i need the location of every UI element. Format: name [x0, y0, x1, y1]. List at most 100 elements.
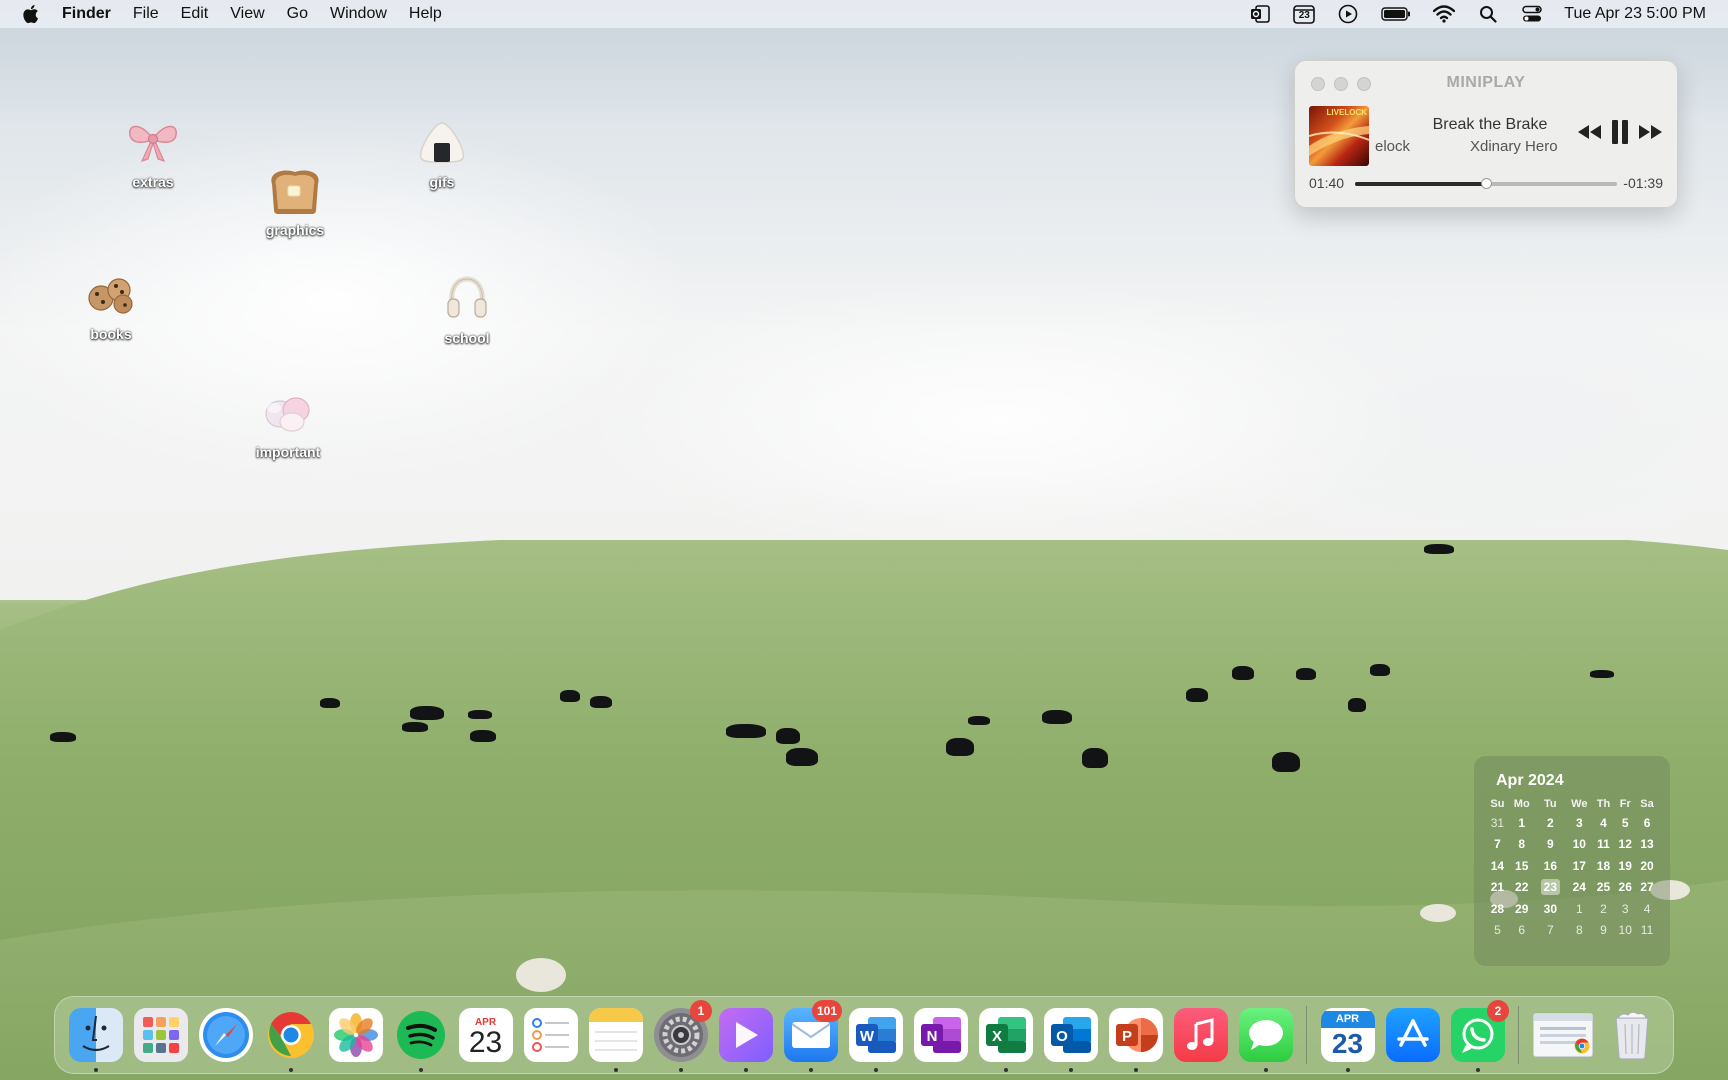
rewind-button[interactable]: [1577, 119, 1603, 145]
dock-calendar-widget-app[interactable]: APR 23: [1315, 1002, 1380, 1072]
calendar-day-number: 4: [1643, 901, 1651, 916]
calendar-day[interactable]: 19: [1614, 855, 1636, 877]
fast-forward-button[interactable]: [1637, 119, 1663, 145]
wifi-icon[interactable]: [1432, 4, 1456, 24]
calendar-day[interactable]: 12: [1614, 834, 1636, 856]
dock-launchpad[interactable]: [128, 1002, 193, 1068]
pause-button[interactable]: [1607, 119, 1633, 145]
calendar-day[interactable]: 23: [1535, 877, 1566, 899]
desktop-folder-graphics[interactable]: graphics: [240, 162, 350, 238]
calendar-day[interactable]: 31: [1486, 812, 1509, 834]
calendar-day[interactable]: 2: [1593, 898, 1615, 920]
menu-view[interactable]: View: [230, 5, 264, 23]
calendar-day[interactable]: 13: [1636, 834, 1658, 856]
album-art[interactable]: LIVELOCK: [1309, 106, 1369, 166]
apple-menu-icon[interactable]: [22, 4, 42, 24]
calendar-day[interactable]: 1: [1509, 812, 1535, 834]
calendar-day[interactable]: 17: [1566, 855, 1592, 877]
calendar-day[interactable]: 22: [1509, 877, 1535, 899]
calendar-day[interactable]: 6: [1636, 812, 1658, 834]
calendar-day[interactable]: 3: [1614, 898, 1636, 920]
dock-trash[interactable]: [1599, 1002, 1664, 1068]
calendar-day[interactable]: 10: [1614, 920, 1636, 942]
calendar-day[interactable]: 11: [1636, 920, 1658, 942]
calendar-day[interactable]: 28: [1486, 898, 1509, 920]
calendar-day[interactable]: 29: [1509, 898, 1535, 920]
dock-whatsapp[interactable]: 2: [1445, 1000, 1510, 1072]
dock-spotify[interactable]: [388, 1002, 453, 1072]
calendar-day[interactable]: 6: [1509, 920, 1535, 942]
dock-infuse[interactable]: [713, 1002, 778, 1072]
dock-music[interactable]: [1168, 1002, 1233, 1068]
calendar-day[interactable]: 18: [1593, 855, 1615, 877]
calendar-day[interactable]: 8: [1566, 920, 1592, 942]
menu-go[interactable]: Go: [287, 5, 308, 23]
calendar-day-number: 30: [1543, 901, 1558, 916]
dock-excel[interactable]: X: [973, 1002, 1038, 1072]
calendar-day[interactable]: 9: [1593, 920, 1615, 942]
dock-photos[interactable]: [323, 1002, 388, 1068]
running-indicator: [1475, 1068, 1480, 1072]
menu-window[interactable]: Window: [330, 5, 387, 23]
outlook-icon[interactable]: [1248, 4, 1272, 24]
cow: [1232, 666, 1254, 680]
dock-mail[interactable]: 101: [778, 1000, 843, 1072]
dock-outlook[interactable]: O: [1038, 1002, 1103, 1072]
calendar-day[interactable]: 14: [1486, 855, 1509, 877]
calendar-day[interactable]: 8: [1509, 834, 1535, 856]
desktop-folder-extras[interactable]: extras: [98, 112, 208, 190]
play-icon[interactable]: [1336, 4, 1360, 24]
progress-slider[interactable]: [1355, 178, 1617, 189]
dock-chrome-window[interactable]: [1527, 1002, 1599, 1068]
menu-file[interactable]: File: [133, 5, 159, 23]
calendar-day[interactable]: 3: [1566, 812, 1592, 834]
desktop-folder-books[interactable]: books: [56, 264, 166, 342]
calendar-day[interactable]: 30: [1535, 898, 1566, 920]
dock-safari[interactable]: [193, 1002, 258, 1068]
battery-icon[interactable]: [1380, 4, 1412, 24]
dock-reminders[interactable]: [518, 1002, 583, 1068]
dock-app-store[interactable]: [1380, 1002, 1445, 1068]
dock-onenote[interactable]: N: [908, 1002, 973, 1068]
calendar-day[interactable]: 5: [1614, 812, 1636, 834]
control-center-icon[interactable]: [1520, 4, 1544, 24]
calendar-day[interactable]: 11: [1593, 834, 1615, 856]
progress-knob[interactable]: [1481, 178, 1492, 189]
search-icon[interactable]: [1476, 4, 1500, 24]
calendar-day[interactable]: 24: [1566, 877, 1592, 899]
calendar-day[interactable]: 21: [1486, 877, 1509, 899]
calendar-day[interactable]: 1: [1566, 898, 1592, 920]
calendar-day[interactable]: 2: [1535, 812, 1566, 834]
desktop-folder-important[interactable]: important: [233, 380, 343, 460]
dock-powerpoint[interactable]: P: [1103, 1002, 1168, 1072]
dock-chrome[interactable]: [258, 1002, 323, 1072]
dock-system-settings[interactable]: 1: [648, 1000, 713, 1072]
desktop-folder-school[interactable]: school: [412, 268, 522, 346]
calendar-day[interactable]: 25: [1593, 877, 1615, 899]
calendar-day[interactable]: 26: [1614, 877, 1636, 899]
menu-bar-clock[interactable]: Tue Apr 23 5:00 PM: [1564, 5, 1706, 23]
dock-notes[interactable]: [583, 1002, 648, 1072]
calendar-day[interactable]: 5: [1486, 920, 1509, 942]
calendar-day[interactable]: 9: [1535, 834, 1566, 856]
calendar-day[interactable]: 4: [1636, 898, 1658, 920]
calendar-day[interactable]: 7: [1486, 834, 1509, 856]
calendar-day[interactable]: 15: [1509, 855, 1535, 877]
calendar-day[interactable]: 7: [1535, 920, 1566, 942]
calendar-icon[interactable]: 23: [1292, 4, 1316, 24]
calendar-day[interactable]: 27: [1636, 877, 1658, 899]
calendar-day[interactable]: 10: [1566, 834, 1592, 856]
dock-calendar[interactable]: APR 23: [453, 1002, 518, 1068]
calendar-day[interactable]: 4: [1593, 812, 1615, 834]
calendar-day[interactable]: 20: [1636, 855, 1658, 877]
calendar-day-number: 9: [1600, 923, 1607, 938]
desktop-folder-gifs[interactable]: gifs: [387, 112, 497, 190]
menu-app-name[interactable]: Finder: [62, 5, 111, 23]
calendar-widget[interactable]: Apr 2024 Su Mo Tu We Th Fr Sa 31 1 2 3 4 5 6 7 8…: [1474, 756, 1670, 966]
calendar-day[interactable]: 16: [1535, 855, 1566, 877]
dock-finder[interactable]: [63, 1002, 128, 1072]
dock-messages[interactable]: [1233, 1002, 1298, 1072]
menu-help[interactable]: Help: [409, 5, 442, 23]
menu-edit[interactable]: Edit: [181, 5, 209, 23]
dock-word[interactable]: W: [843, 1002, 908, 1072]
